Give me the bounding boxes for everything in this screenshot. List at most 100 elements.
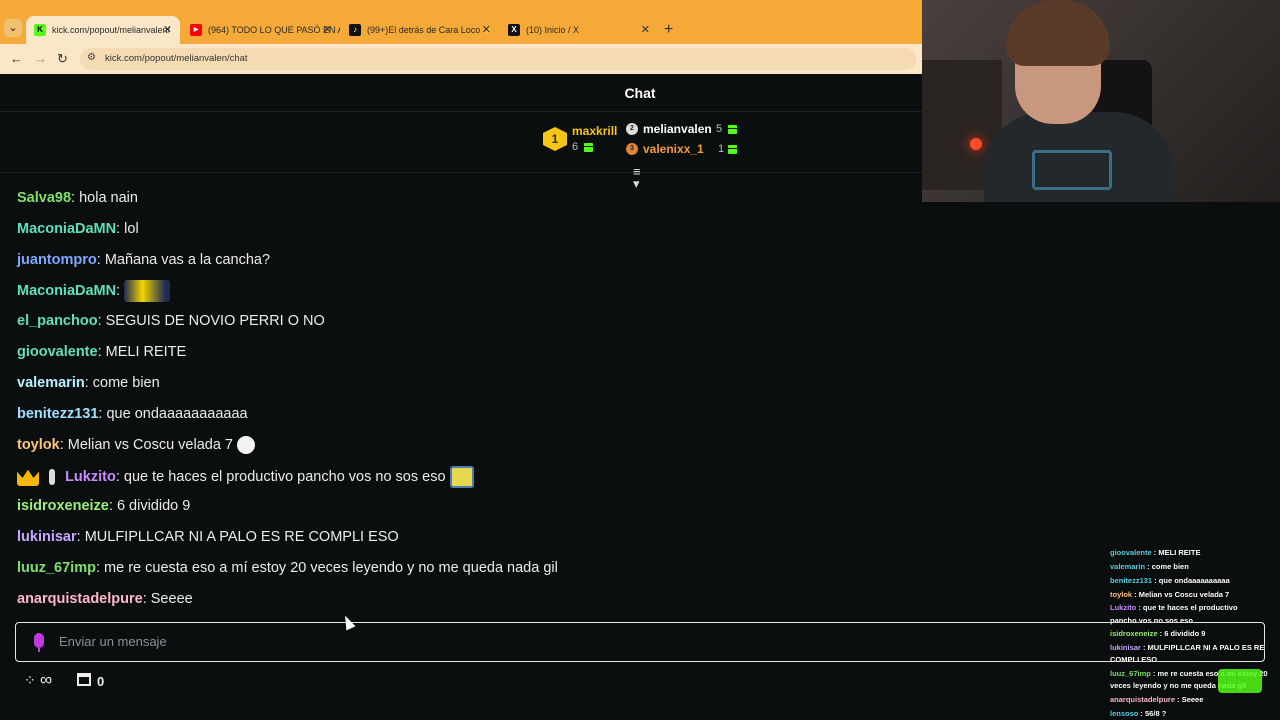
rank-3-badge-icon: 3 — [626, 143, 638, 155]
channel-points-icon[interactable]: ⁘ — [24, 672, 36, 689]
overlay-message: Lukzito : que te haces el productivo — [1110, 603, 1238, 612]
reload-icon[interactable]: ↻ — [57, 51, 68, 67]
tab-search-icon[interactable]: ⌄ — [4, 19, 22, 37]
chat-message: isidroxeneize: 6 dividido 9 — [17, 498, 191, 514]
message-username[interactable]: el_panchoo — [17, 313, 98, 329]
message-text: me re cuesta eso a mí estoy 20 veces ley… — [104, 560, 558, 576]
kick-favicon-icon: K — [34, 24, 46, 36]
channel-points-value: ∞ — [40, 670, 53, 689]
message-username[interactable]: lukinisar — [17, 529, 77, 545]
tab-x[interactable]: X (10) Inicio / X ✕ — [500, 16, 658, 44]
message-username[interactable]: valemarin — [17, 375, 85, 391]
chat-message: juantompro: Mañana vas a la cancha? — [17, 252, 271, 268]
message-text: SEGUIS DE NOVIO PERRI O NO — [105, 313, 325, 329]
message-text: come bien — [92, 375, 160, 391]
rank-2-badge-icon: 2 — [626, 123, 638, 135]
message-text: que ondaaaaaaaaaaa — [106, 406, 248, 422]
message-username[interactable]: benitezz131 — [17, 406, 98, 422]
message-text: lol — [124, 221, 139, 237]
chat-message: anarquistadelpure: Seeee — [17, 591, 193, 607]
site-info-icon[interactable]: ⚙ — [87, 52, 96, 63]
overlay-message: valemarin : come bien — [1110, 562, 1189, 571]
tab-title: kick.com/popout/melianvalen/ — [52, 25, 171, 35]
overlay-message: gioovalente : MELI REITE — [1110, 548, 1201, 557]
overlay-message: lensoso : 56/8 ? — [1110, 709, 1167, 718]
url-text: kick.com/popout/melianvalen/chat — [105, 53, 248, 64]
message-username[interactable]: luuz_67imp — [17, 560, 96, 576]
leaderboard-third-name[interactable]: valenixx_1 — [643, 142, 704, 156]
overlay-message: isidroxeneize : 6 dividido 9 — [1110, 629, 1206, 638]
crown-badge-icon — [17, 469, 39, 486]
tab-tiktok[interactable]: ♪ (99+)El detrás de Cara Loco ⚡ ✕ — [341, 16, 499, 44]
browser-addressbar: ← → ↻ ⚙ kick.com/popout/melianvalen/chat — [0, 44, 922, 74]
ghost-emote-icon — [237, 436, 256, 454]
close-tab-icon[interactable]: ✕ — [641, 16, 650, 44]
emote-picker-icon[interactable] — [34, 633, 44, 652]
sponge-emote-icon — [449, 466, 474, 488]
chat-footer: ⁘ ∞ 0 — [0, 668, 922, 698]
minion-emote-icon — [124, 280, 171, 302]
chat-message: luuz_67imp: me re cuesta eso a mí estoy … — [17, 560, 558, 576]
webcam-shirt-print — [1032, 150, 1112, 190]
leaderboard-first-name[interactable]: maxkrill — [572, 124, 617, 138]
overlay-message: benitezz131 : que ondaaaaaaaaaa — [1110, 576, 1230, 585]
tab-title: (964) TODO LO QUE PASÓ EN A — [208, 25, 340, 35]
overlay-message: lukinisar : MULFIPLLCAR NI A PALO ES RE — [1110, 643, 1265, 652]
message-text: que te haces el productivo pancho vos no… — [123, 468, 446, 485]
message-username[interactable]: juantompro — [17, 252, 97, 268]
subscriber-badge-icon — [49, 469, 56, 485]
leaderboard-second-name[interactable]: melianvalen — [643, 122, 712, 136]
gift-leaderboard: 1 maxkrill 6 2 melianvalen 5 3 valenixx_… — [0, 113, 922, 173]
close-tab-icon[interactable]: ✕ — [482, 16, 491, 44]
new-tab-icon[interactable]: + — [664, 16, 673, 44]
chat-message: el_panchoo: SEGUIS DE NOVIO PERRI O NO — [17, 313, 325, 329]
message-username[interactable]: Lukzito — [65, 469, 116, 485]
tab-youtube[interactable]: ▶ (964) TODO LO QUE PASÓ EN A ✕ — [182, 16, 340, 44]
chat-message: lukinisar: MULFIPLLCAR NI A PALO ES RE C… — [17, 529, 399, 545]
chat-message: valemarin: come bien — [17, 375, 160, 391]
gift-icon — [728, 145, 737, 154]
store-icon[interactable] — [77, 673, 91, 686]
message-text: Seeee — [150, 591, 193, 607]
close-tab-icon[interactable]: ✕ — [323, 16, 332, 44]
webcam-feed — [922, 0, 1280, 202]
url-field[interactable]: ⚙ kick.com/popout/melianvalen/chat — [80, 48, 916, 70]
gift-icon — [584, 143, 593, 152]
message-username[interactable]: toylok — [17, 437, 60, 453]
webcam-streamer-hair — [1006, 0, 1110, 66]
overlay-message: COMPLI ESO — [1110, 655, 1158, 664]
close-tab-icon[interactable]: ✕ — [163, 16, 172, 44]
forward-arrow-icon[interactable]: → — [34, 51, 47, 67]
overlay-message: toylok : Melian vs Coscu velada 7 — [1110, 590, 1230, 599]
message-username[interactable]: Salva98 — [17, 190, 71, 206]
message-colon: : — [71, 190, 80, 206]
screen: ⌄ K kick.com/popout/melianvalen/ ✕ ▶ (96… — [0, 0, 1280, 720]
chat-message: Lukzito: que te haces el productivo panc… — [17, 466, 474, 488]
message-username[interactable]: anarquistadelpure — [17, 591, 143, 607]
webcam-red-light — [970, 138, 982, 150]
chat-message: benitezz131: que ondaaaaaaaaaaa — [17, 406, 248, 422]
message-username[interactable]: isidroxeneize — [17, 498, 109, 514]
leaderboard-second-count: 5 — [716, 123, 723, 135]
chat-message-input[interactable]: Enviar un mensaje — [15, 622, 1265, 662]
message-username[interactable]: MaconiaDaMN — [17, 221, 116, 237]
x-favicon-icon: X — [508, 24, 520, 36]
scroll-to-bottom-icon[interactable]: ≡ ▾ — [633, 165, 641, 190]
message-text: 6 dividido 9 — [116, 498, 191, 514]
message-username[interactable]: MaconiaDaMN — [17, 283, 116, 299]
chat-message: MaconiaDaMN: lol — [17, 221, 139, 237]
browser-tabbar: ⌄ K kick.com/popout/melianvalen/ ✕ ▶ (96… — [0, 0, 922, 44]
chat-input-placeholder: Enviar un mensaje — [59, 634, 167, 649]
chat-message: MaconiaDaMN: — [17, 280, 171, 302]
chat-message: toylok: Melian vs Coscu velada 7 — [17, 436, 256, 454]
back-arrow-icon[interactable]: ← — [10, 51, 23, 67]
youtube-favicon-icon: ▶ — [190, 24, 202, 36]
chat-message: gioovalente: MELI REITE — [17, 344, 187, 360]
leaderboard-first-count: 6 — [572, 141, 579, 153]
tab-kick-chat[interactable]: K kick.com/popout/melianvalen/ ✕ — [26, 16, 180, 44]
tab-title: (10) Inicio / X — [526, 25, 580, 35]
chat-message: Salva98: hola nain — [17, 190, 138, 206]
tab-title: (99+)El detrás de Cara Loco ⚡ — [367, 25, 495, 35]
gift-icon — [728, 125, 737, 134]
message-username[interactable]: gioovalente — [17, 344, 98, 360]
